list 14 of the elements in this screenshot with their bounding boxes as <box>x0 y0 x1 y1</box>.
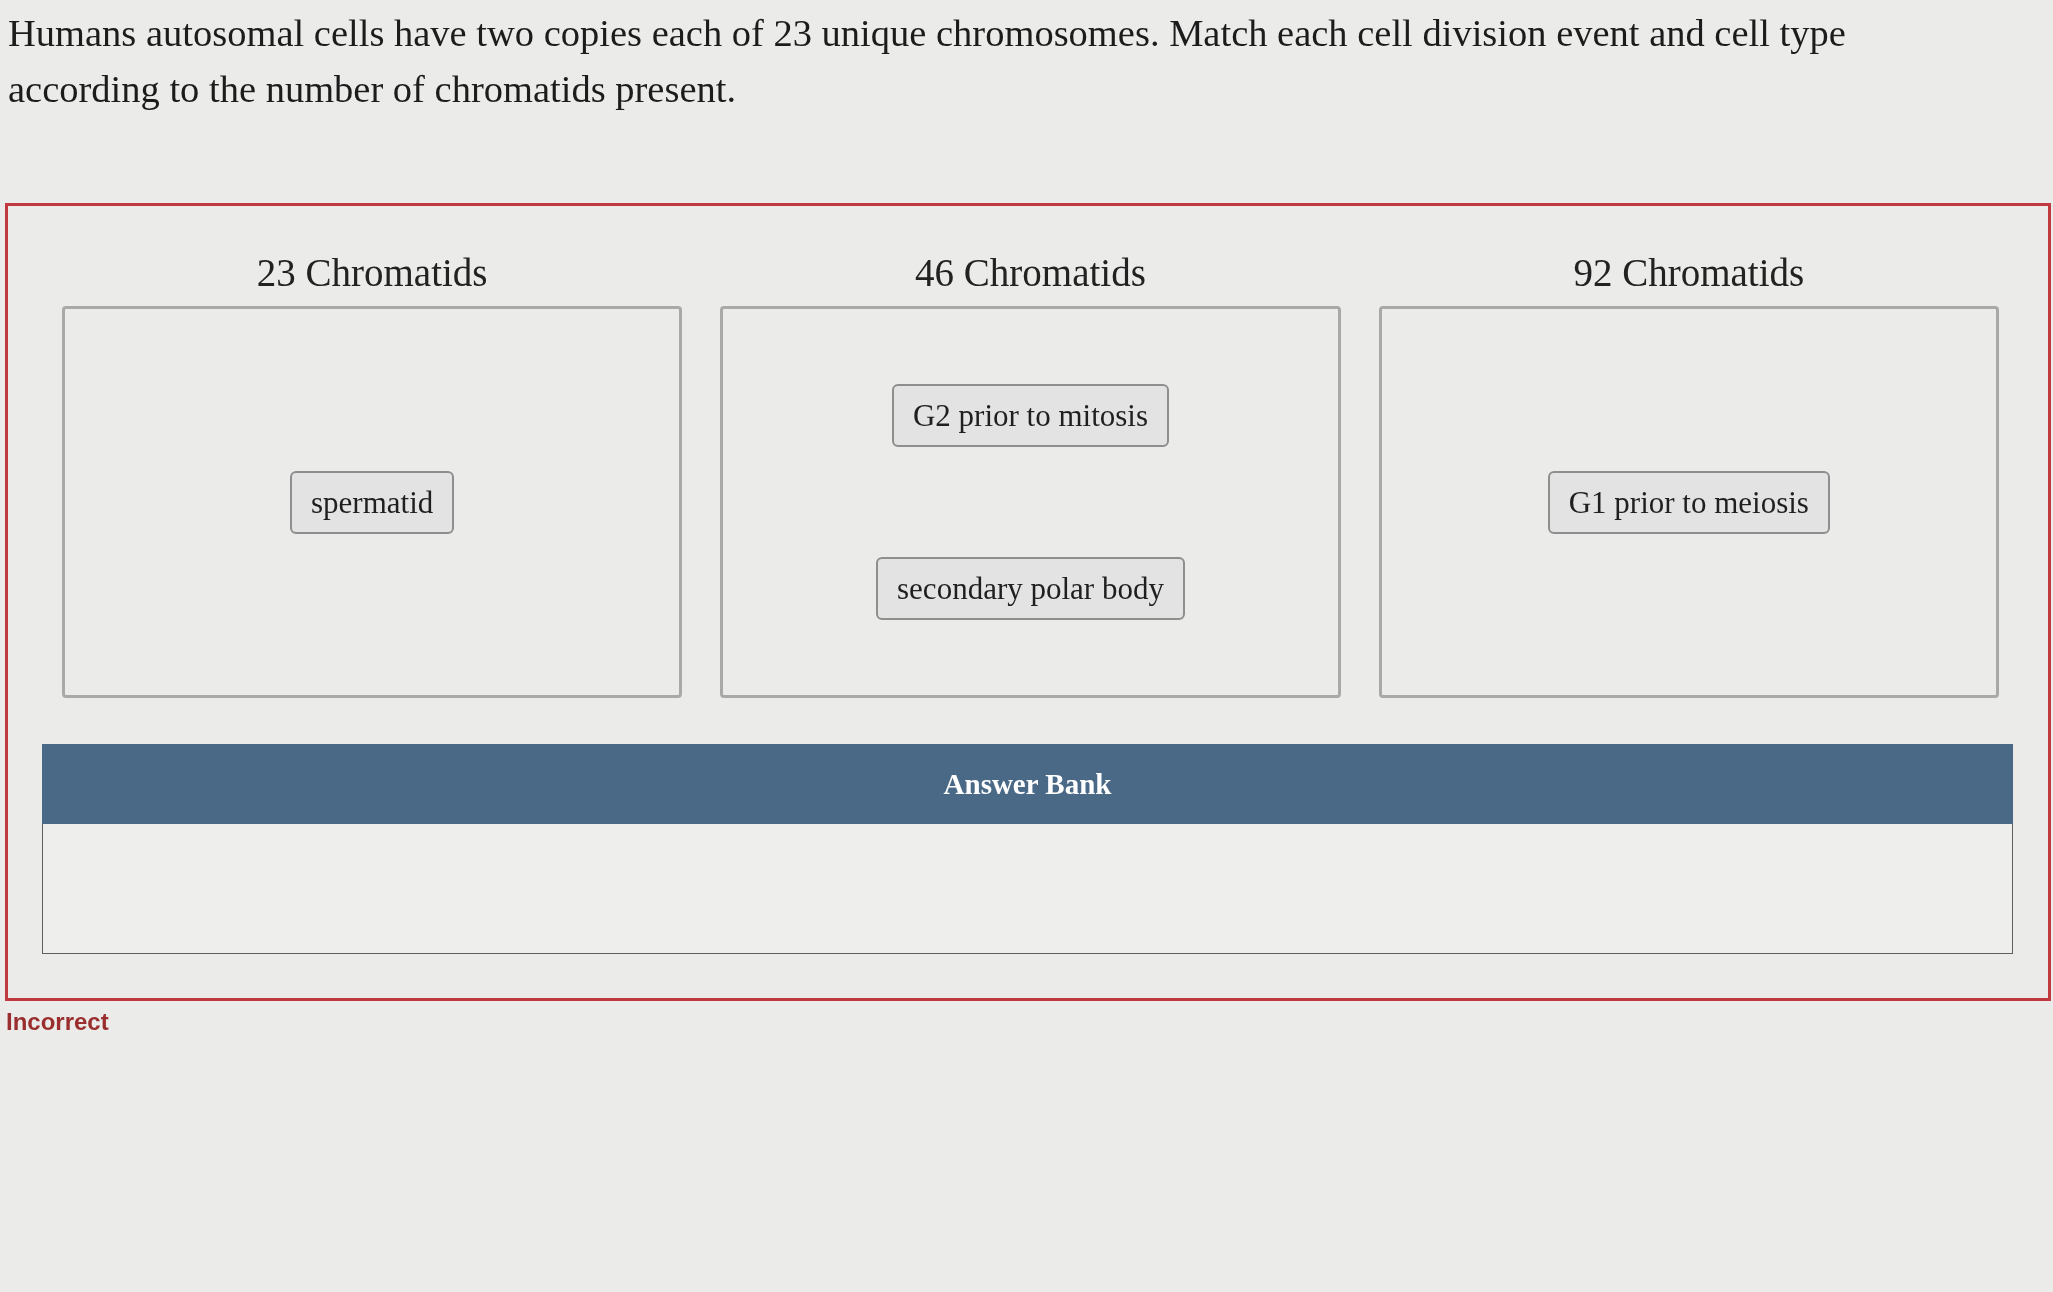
answer-chip[interactable]: secondary polar body <box>876 557 1185 620</box>
drop-zone[interactable]: spermatid <box>62 306 683 698</box>
answer-bank-area[interactable] <box>42 824 2013 954</box>
drop-zone[interactable]: G1 prior to meiosis <box>1378 306 1999 698</box>
column-heading: 46 Chromatids <box>915 250 1146 296</box>
feedback-status: Incorrect <box>6 1007 109 1037</box>
answer-chip[interactable]: G2 prior to mitosis <box>891 384 1170 447</box>
question-prompt: Humans autosomal cells have two copies each of 23 unique chromosomes. Match each cell division event and cell type according to the number of chromatids present. <box>7 11 1847 112</box>
drop-zone[interactable]: G2 prior to mitosis secondary polar body <box>720 306 1341 698</box>
column-heading: 92 Chromatids <box>1573 250 1805 296</box>
column-heading: 23 Chromatids <box>256 250 488 296</box>
answer-chip[interactable]: G1 prior to meiosis <box>1547 470 1830 534</box>
answer-chip[interactable]: spermatid <box>290 470 455 534</box>
answer-bank-header: Answer Bank <box>42 744 2013 824</box>
